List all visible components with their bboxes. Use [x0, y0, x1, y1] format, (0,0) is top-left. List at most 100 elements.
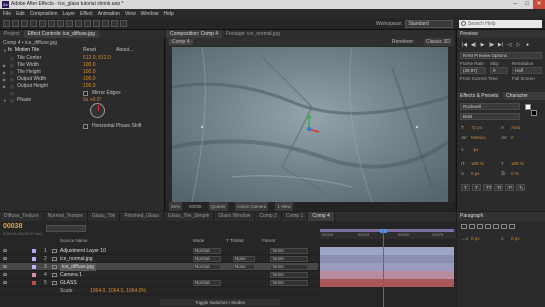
minimize-icon[interactable]: –: [509, 0, 521, 9]
property-value[interactable]: 100.0: [83, 83, 96, 90]
superscript-button[interactable]: T¹: [505, 184, 514, 191]
baseline-shift-value[interactable]: 0 px: [471, 171, 480, 176]
property-value[interactable]: 100.0: [83, 69, 96, 76]
tab-footage[interactable]: Footage: ice_normal.jpg: [222, 30, 284, 38]
tab-project[interactable]: Project: [0, 30, 24, 38]
stopwatch-icon[interactable]: ◷: [10, 76, 14, 83]
parent-dropdown[interactable]: None: [270, 264, 308, 270]
blend-mode-dropdown[interactable]: Normal: [193, 256, 221, 262]
label-color-swatch[interactable]: [32, 257, 36, 261]
source-name-header[interactable]: Source Name: [60, 238, 88, 243]
faux-italic-button[interactable]: T: [472, 184, 481, 191]
clone-tool-icon[interactable]: [93, 20, 100, 27]
tab-comp-2[interactable]: Comp 2: [255, 212, 282, 221]
expand-triangle-icon[interactable]: ▶: [3, 69, 6, 76]
menu-composition[interactable]: Composition: [30, 11, 58, 17]
parent-dropdown[interactable]: None: [270, 248, 308, 254]
layer-row[interactable]: 1 Adjustment Layer 10 Normal None: [0, 247, 318, 255]
parent-dropdown[interactable]: None: [270, 256, 308, 262]
frame-rate-dropdown[interactable]: (29.97): [460, 67, 486, 74]
align-center-icon[interactable]: [469, 224, 475, 229]
tab-composition[interactable]: Composition: Comp 4: [166, 30, 223, 38]
menu-edit[interactable]: Edit: [16, 11, 25, 17]
workspace-dropdown[interactable]: Standard: [405, 20, 454, 28]
next-frame-button[interactable]: |▶: [487, 42, 496, 48]
layer-name[interactable]: ice_normal.jpg: [60, 255, 93, 263]
menu-file[interactable]: File: [3, 11, 11, 17]
space-before-value[interactable]: 0 px: [511, 236, 520, 241]
visibility-eye-icon[interactable]: [3, 265, 7, 268]
roto-brush-tool-icon[interactable]: [111, 20, 118, 27]
menu-help[interactable]: Help: [163, 11, 173, 17]
puppet-tool-icon[interactable]: [120, 20, 127, 27]
ram-preview-options-dropdown[interactable]: RAM Preview Options: [460, 52, 542, 59]
property-value[interactable]: 100.0: [83, 62, 96, 69]
parent-dropdown[interactable]: None: [270, 280, 308, 286]
pan-behind-tool-icon[interactable]: [48, 20, 55, 27]
justify-right-icon[interactable]: [501, 224, 507, 229]
vertical-scale-value[interactable]: 100 %: [471, 161, 484, 166]
label-color-swatch[interactable]: [32, 249, 36, 253]
expand-triangle-icon[interactable]: ▶: [3, 76, 6, 83]
search-help-input[interactable]: Search Help: [459, 20, 542, 28]
blend-mode-dropdown[interactable]: Normal: [193, 264, 221, 270]
effect-header-row[interactable]: ▼ fx Motion Tile Reset About...: [0, 47, 165, 54]
active-camera-dropdown[interactable]: Active Camera: [234, 202, 269, 211]
comp-viewer[interactable]: [172, 47, 448, 202]
property-value[interactable]: 100.0: [83, 76, 96, 83]
stopwatch-icon[interactable]: ◷: [10, 97, 14, 104]
faux-bold-button[interactable]: T: [461, 184, 470, 191]
leading-value[interactable]: Auto: [511, 125, 520, 130]
visibility-eye-icon[interactable]: [3, 273, 7, 276]
close-icon[interactable]: ✕: [533, 0, 545, 9]
menu-effect[interactable]: Effect: [80, 11, 93, 17]
blend-mode-dropdown[interactable]: Normal: [193, 280, 221, 286]
tab-diffuse-texture[interactable]: Diffuse_Texture: [0, 212, 44, 221]
layer-duration-bar[interactable]: [320, 255, 454, 263]
play-button[interactable]: ▶: [478, 42, 487, 48]
expand-triangle-icon[interactable]: ▶: [3, 62, 6, 69]
layer-row-selected[interactable]: 3 ice_diffuse.jpg Normal None None: [0, 263, 318, 271]
align-left-icon[interactable]: [461, 224, 467, 229]
menu-window[interactable]: Window: [141, 11, 159, 17]
timeline-search-input[interactable]: [46, 225, 86, 232]
loop-button[interactable]: ▷: [514, 42, 523, 48]
selection-tool-icon[interactable]: [3, 20, 10, 27]
mirror-edges-checkbox[interactable]: [83, 91, 88, 96]
stopwatch-icon[interactable]: ◷: [10, 90, 14, 97]
layer-name[interactable]: Adjustment Layer 10: [60, 247, 106, 255]
indent-value[interactable]: 0 px: [471, 236, 480, 241]
renderer-dropdown[interactable]: Classic 3D: [424, 38, 452, 46]
about-link[interactable]: About...: [116, 47, 133, 54]
zoom-tool-icon[interactable]: [21, 20, 28, 27]
magnification-dropdown[interactable]: 25%: [169, 202, 183, 211]
layer-row[interactable]: 4 Camera 1 None: [0, 271, 318, 279]
layer-name[interactable]: ice_diffuse.jpg: [60, 263, 96, 271]
tab-glass-window[interactable]: Glass Window: [214, 212, 256, 221]
ram-preview-button[interactable]: ●: [523, 42, 532, 48]
align-right-icon[interactable]: [477, 224, 483, 229]
layer-name[interactable]: GLASS: [60, 279, 77, 287]
tab-glass-tile[interactable]: Glass_Tile: [88, 212, 121, 221]
brush-tool-icon[interactable]: [84, 20, 91, 27]
layer-duration-bar[interactable]: [320, 263, 454, 271]
visibility-eye-icon[interactable]: [3, 257, 7, 260]
track-matte-dropdown[interactable]: None: [233, 256, 255, 262]
parent-header[interactable]: Parent: [262, 238, 275, 243]
last-frame-button[interactable]: ▶|: [496, 42, 505, 48]
type-tool-icon[interactable]: [75, 20, 82, 27]
kerning-value[interactable]: Metrics: [471, 135, 486, 140]
tab-comp-1[interactable]: Comp 1: [282, 212, 309, 221]
mute-audio-button[interactable]: ◁: [505, 42, 514, 48]
stroke-width-value[interactable]: - px: [471, 147, 479, 152]
layer-name[interactable]: Camera 1: [60, 271, 82, 279]
tab-normal-texture[interactable]: Normal_Texture: [44, 212, 88, 221]
skip-dropdown[interactable]: 0: [490, 67, 508, 74]
subscript-button[interactable]: T₁: [516, 184, 525, 191]
label-color-swatch[interactable]: [32, 281, 36, 285]
property-value[interactable]: 512.0, 512.0: [83, 55, 111, 62]
scale-value[interactable]: 1064.0, 1064.0, 1064.0%: [90, 287, 146, 295]
menu-layer[interactable]: Layer: [62, 11, 75, 17]
menu-animation[interactable]: Animation: [98, 11, 120, 17]
stroke-color-swatch[interactable]: [531, 110, 537, 116]
